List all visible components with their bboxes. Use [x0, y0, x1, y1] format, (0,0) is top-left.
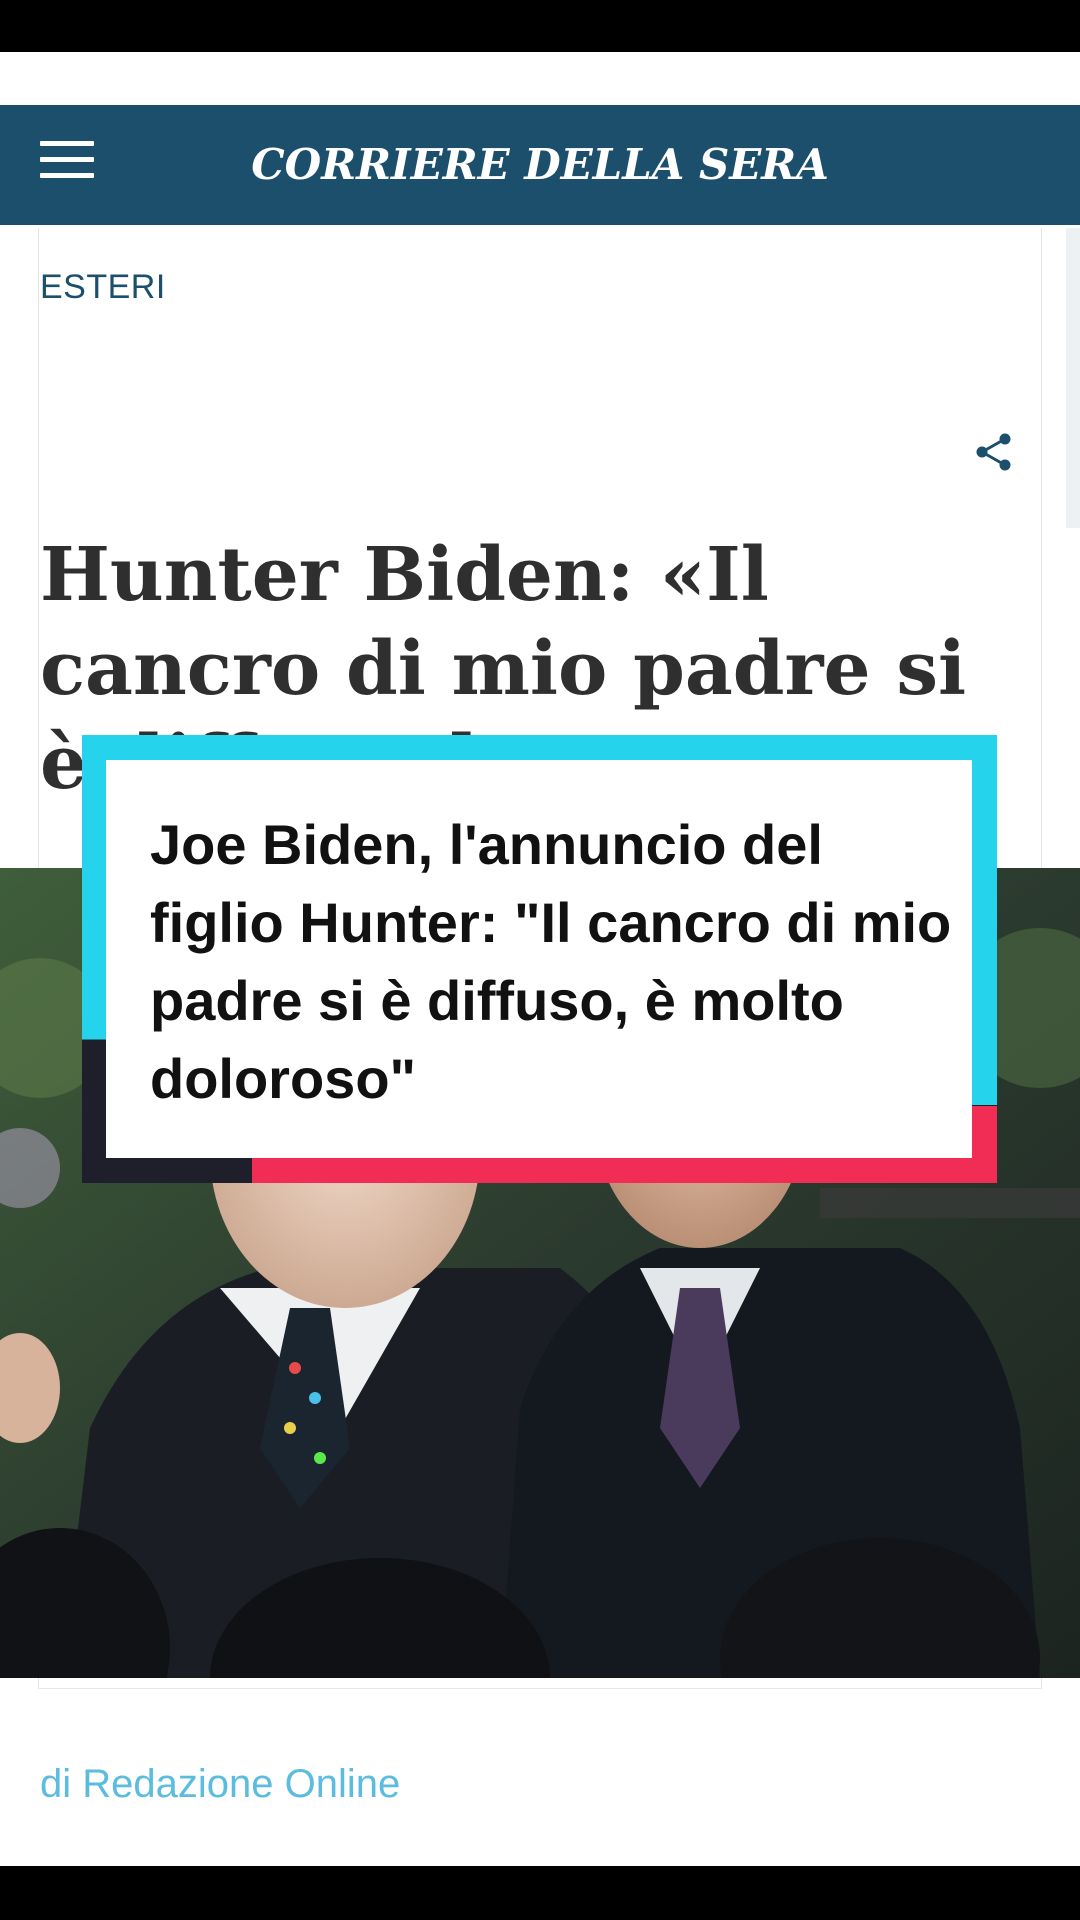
status-bar: [0, 0, 1080, 52]
article-byline[interactable]: di Redazione Online: [40, 1762, 400, 1807]
overlay-cyan-accent: [972, 735, 997, 1105]
share-icon[interactable]: [972, 430, 1016, 474]
navigation-bar: [0, 1866, 1080, 1920]
overlay-caption: Joe Biden, l'annuncio del figlio Hunter:…: [150, 813, 952, 1110]
site-logo[interactable]: CORRIERE DELLA SERA: [0, 105, 1080, 225]
page: CORRIERE DELLA SERA ESTERI Hunter Biden:…: [0, 0, 1080, 1920]
article-category[interactable]: ESTERI: [40, 268, 166, 307]
page-edge: [1066, 228, 1080, 528]
site-header: CORRIERE DELLA SERA: [0, 105, 1080, 225]
